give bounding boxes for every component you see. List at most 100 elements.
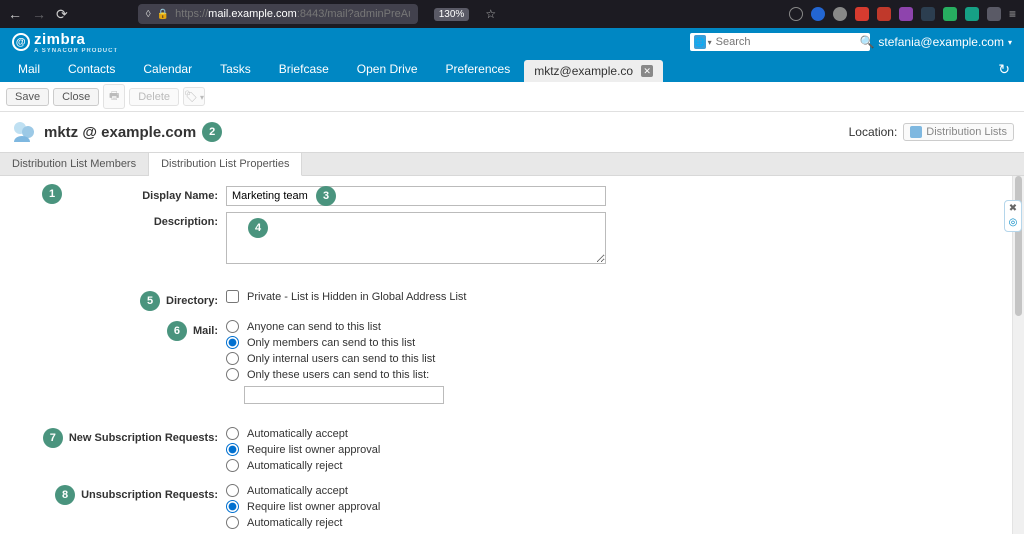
ext-icon[interactable] [811,7,825,21]
app-header: @ zimbra A SYNACOR PRODUCT 🌐 ▾ 🔍 stefani… [0,28,1024,56]
global-search[interactable]: 🌐 ▾ 🔍 [690,33,870,51]
label-description: Description: [154,216,218,228]
mail-radio-specific[interactable] [226,368,239,381]
callout-8: 8 [55,485,75,505]
unsub-opt-accept-label: Automatically accept [247,485,348,497]
unsub-opt-reject-label: Automatically reject [247,517,342,529]
ext-icon[interactable] [877,7,891,21]
floating-help-badges[interactable]: ✖ ◎ [1004,200,1022,232]
search-icon[interactable]: 🔍 [860,35,875,49]
close-button[interactable]: Close [53,88,99,106]
callout-1: 1 [42,184,62,204]
tab-open-drive[interactable]: Open Drive [343,57,432,82]
scrollbar-thumb[interactable] [1015,176,1022,316]
subtab-properties[interactable]: Distribution List Properties [149,152,302,176]
unsub-radio-accept[interactable] [226,484,239,497]
print-button[interactable]: 🖶 [103,84,125,109]
mail-radio-internal[interactable] [226,352,239,365]
mail-specific-users-input[interactable] [244,386,444,404]
location-value-pill[interactable]: Distribution Lists [903,123,1014,141]
badge-help-icon[interactable]: ◎ [1007,217,1019,229]
mail-opt-specific[interactable]: Only these users can send to this list: [226,368,636,381]
badge-close-icon[interactable]: ✖ [1007,203,1019,215]
ext-icon[interactable] [833,7,847,21]
tab-active-dl[interactable]: mktz@example.co ✕ [524,60,663,82]
user-menu[interactable]: stefania@example.com ▾ [878,35,1012,49]
refresh-icon[interactable]: ↻ [988,61,1020,82]
delete-button[interactable]: Delete [129,88,179,106]
tab-preferences[interactable]: Preferences [432,57,525,82]
tag-icon: 🏷 [184,91,198,103]
back-icon[interactable]: ← [8,6,22,22]
newsub-opt-reject[interactable]: Automatically reject [226,459,636,472]
mail-opt-anyone[interactable]: Anyone can send to this list [226,320,636,333]
subtab-members[interactable]: Distribution List Members [0,153,149,175]
list-icon [910,126,922,138]
directory-private-checkbox[interactable] [226,290,239,303]
ext-icon[interactable] [899,7,913,21]
ext-icon[interactable] [789,7,803,21]
app-logo[interactable]: @ zimbra A SYNACOR PRODUCT [12,31,118,54]
newsub-opt-accept[interactable]: Automatically accept [226,427,636,440]
label-new-subscription: New Subscription Requests: [69,432,218,444]
unsub-radio-approval[interactable] [226,500,239,513]
directory-private-option[interactable]: Private - List is Hidden in Global Addre… [226,290,636,303]
shield-icon: ◊ [146,9,151,20]
print-icon: 🖶 [109,90,119,102]
newsub-opt-accept-label: Automatically accept [247,428,348,440]
newsub-radio-approval[interactable] [226,443,239,456]
globe-icon[interactable]: 🌐 [694,35,705,49]
form-panel: 1 Display Name: 3 Description: 4 5 Direc… [0,176,1012,534]
ext-icon[interactable] [921,7,935,21]
tab-briefcase[interactable]: Briefcase [265,57,343,82]
label-directory: Directory: [166,295,218,307]
tab-tasks[interactable]: Tasks [206,57,265,82]
search-input[interactable] [714,35,860,49]
url-bar[interactable]: ◊ 🔒 https://mail.example.com:8443/mail?a… [138,4,418,24]
brand-subtext: A SYNACOR PRODUCT [34,48,118,54]
unsub-opt-reject[interactable]: Automatically reject [226,516,636,529]
callout-7: 7 [43,428,63,448]
newsub-radio-accept[interactable] [226,427,239,440]
close-icon[interactable]: ✕ [641,65,653,77]
display-name-input[interactable] [226,186,606,206]
ext-icon[interactable] [943,7,957,21]
forward-icon[interactable]: → [32,6,46,22]
callout-5: 5 [140,291,160,311]
callout-6: 6 [167,321,187,341]
tag-button[interactable]: 🏷▾ [183,87,205,106]
ext-icon[interactable] [855,7,869,21]
bookmark-star-icon[interactable]: ☆ [485,7,496,21]
label-display-name: Display Name: [142,190,218,202]
chevron-down-icon[interactable]: ▾ [708,38,712,47]
ext-icon[interactable] [987,7,1001,21]
page-title: mktz @ example.com [44,124,196,141]
newsub-opt-approval[interactable]: Require list owner approval [226,443,636,456]
description-input[interactable] [226,212,606,264]
location-label: Location: [849,125,898,139]
menu-icon[interactable]: ≡ [1009,7,1016,21]
zoom-badge[interactable]: 130% [434,8,470,21]
mail-radio-members[interactable] [226,336,239,349]
unsub-opt-accept[interactable]: Automatically accept [226,484,636,497]
unsub-opt-approval[interactable]: Require list owner approval [226,500,636,513]
unsub-opt-approval-label: Require list owner approval [247,501,380,513]
tab-contacts[interactable]: Contacts [54,57,129,82]
callout-2: 2 [202,122,222,142]
reload-icon[interactable]: ⟳ [56,6,68,23]
newsub-radio-reject[interactable] [226,459,239,472]
ext-icon[interactable] [965,7,979,21]
tab-mail[interactable]: Mail [4,57,54,82]
unsub-radio-reject[interactable] [226,516,239,529]
mail-opt-internal[interactable]: Only internal users can send to this lis… [226,352,636,365]
location-crumb: Location: Distribution Lists [849,123,1014,141]
mail-radio-anyone[interactable] [226,320,239,333]
sub-tabs: Distribution List Members Distribution L… [0,152,1024,176]
tab-calendar[interactable]: Calendar [129,57,206,82]
label-mail: Mail: [193,325,218,337]
location-value: Distribution Lists [926,126,1007,138]
url-text: https://mail.example.com:8443/mail?admin… [175,8,410,20]
primary-nav: Mail Contacts Calendar Tasks Briefcase O… [0,56,1024,82]
mail-opt-members[interactable]: Only members can send to this list [226,336,636,349]
save-button[interactable]: Save [6,88,49,106]
